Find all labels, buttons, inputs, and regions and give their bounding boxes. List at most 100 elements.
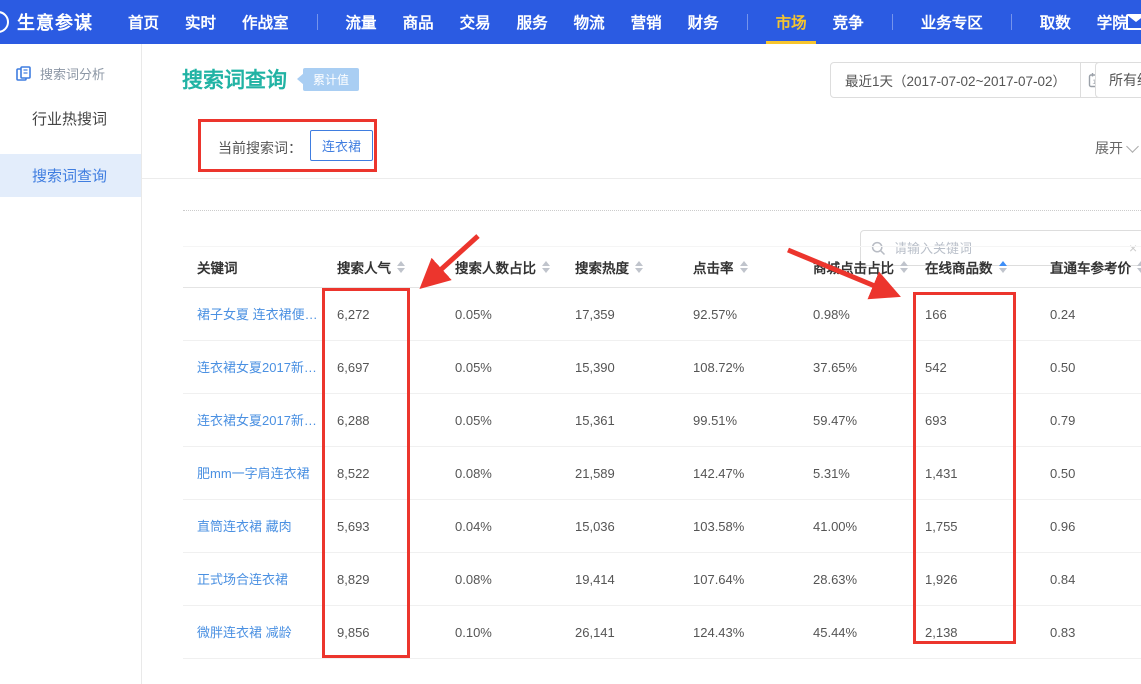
- cell-value: 0.05%: [441, 307, 561, 322]
- nav-divider: [1011, 14, 1012, 30]
- page-title-text: 搜索词查询: [182, 64, 287, 94]
- column-header[interactable]: 点击率: [679, 257, 799, 277]
- nav-divider: [317, 14, 318, 30]
- cell-value: 1,431: [911, 466, 1036, 481]
- brand[interactable]: 生意参谋: [0, 9, 93, 35]
- column-header[interactable]: 在线商品数: [911, 257, 1036, 277]
- column-header-label: 搜索热度: [575, 257, 629, 277]
- column-header-label: 搜索人数占比: [455, 257, 536, 277]
- nav-item-home[interactable]: 首页: [128, 0, 159, 44]
- table-row: 直筒连衣裙 藏肉5,6930.04%15,036103.58%41.00%1,7…: [183, 500, 1141, 553]
- nav-item-trade[interactable]: 交易: [460, 0, 491, 44]
- nav-item-service[interactable]: 服务: [517, 0, 548, 44]
- cell-value: 45.44%: [799, 625, 911, 640]
- current-keyword-chip[interactable]: 连衣裙: [310, 130, 373, 161]
- column-header[interactable]: 搜索人气: [323, 257, 441, 277]
- table-row: 肥mm一字肩连衣裙8,5220.08%21,589142.47%5.31%1,4…: [183, 447, 1141, 500]
- nav-item-academy[interactable]: 学院: [1097, 0, 1128, 44]
- nav-divider: [892, 14, 893, 30]
- cell-value: 142.47%: [679, 466, 799, 481]
- keyword-link[interactable]: 连衣裙女夏2017新款...: [183, 394, 323, 447]
- divider-solid: [142, 178, 1141, 179]
- sort-icon[interactable]: [1137, 261, 1141, 273]
- cell-value: 17,359: [561, 307, 679, 322]
- keyword-link[interactable]: 裙子女夏 连衣裙便宜5..: [183, 288, 323, 341]
- cell-value: 6,697: [323, 360, 441, 375]
- keyword-link[interactable]: 肥mm一字肩连衣裙: [183, 447, 323, 500]
- keyword-link[interactable]: 正式场合连衣裙: [183, 553, 323, 606]
- mail-icon[interactable]: [1126, 14, 1141, 30]
- sort-icon[interactable]: [740, 261, 748, 273]
- table-row: 微胖连衣裙 减龄9,8560.10%26,141124.43%45.44%2,1…: [183, 606, 1141, 659]
- sort-icon[interactable]: [999, 261, 1007, 273]
- terminal-filter-button[interactable]: 所有终端: [1095, 62, 1141, 98]
- book-icon: [16, 66, 32, 82]
- cell-value: 59.47%: [799, 413, 911, 428]
- sidebar-item-industry-hot-words[interactable]: 行业热搜词: [0, 97, 141, 140]
- nav-item-realtime[interactable]: 实时: [185, 0, 216, 44]
- page-title: 搜索词查询 累计值: [182, 64, 359, 94]
- cell-value: 0.05%: [441, 413, 561, 428]
- column-header-label: 关键词: [197, 257, 238, 277]
- nav-divider: [747, 14, 748, 30]
- divider-dotted: [183, 210, 1141, 211]
- nav-item-product[interactable]: 商品: [403, 0, 434, 44]
- nav-item-data-extract[interactable]: 取数: [1040, 0, 1071, 44]
- cell-value: 6,272: [323, 307, 441, 322]
- nav-item-marketing[interactable]: 营销: [631, 0, 662, 44]
- nav-item-traffic[interactable]: 流量: [346, 0, 377, 44]
- column-header-label: 搜索人气: [337, 257, 391, 277]
- cell-value: 693: [911, 413, 1036, 428]
- keyword-link[interactable]: 直筒连衣裙 藏肉: [183, 500, 323, 553]
- sort-icon[interactable]: [900, 261, 908, 273]
- sidebar-section-label: 搜索词分析: [40, 64, 105, 83]
- keyword-link[interactable]: 微胖连衣裙 减龄: [183, 606, 323, 659]
- column-header-label: 点击率: [693, 257, 734, 277]
- sort-icon[interactable]: [635, 261, 643, 273]
- table-body: 裙子女夏 连衣裙便宜5..6,2720.05%17,35992.57%0.98%…: [183, 288, 1141, 659]
- table-row: 连衣裙女夏2017新款...6,2880.05%15,36199.51%59.4…: [183, 394, 1141, 447]
- column-header[interactable]: 搜索热度: [561, 257, 679, 277]
- nav-item-logistics[interactable]: 物流: [574, 0, 605, 44]
- cell-value: 26,141: [561, 625, 679, 640]
- cell-value: 0.50: [1036, 466, 1141, 481]
- column-header-label: 商城点击占比: [813, 257, 894, 277]
- cell-value: 0.04%: [441, 519, 561, 534]
- top-navbar: 生意参谋 首页实时作战室 流量商品交易服务物流营销财务 市场竞争 业务专区 取数学院: [0, 0, 1141, 44]
- cell-value: 0.83: [1036, 625, 1141, 640]
- cell-value: 1,926: [911, 572, 1036, 587]
- keyword-link[interactable]: 连衣裙女夏2017新款...: [183, 341, 323, 394]
- cell-value: 19,414: [561, 572, 679, 587]
- date-range-text[interactable]: 最近1天（2017-07-02~2017-07-02）: [831, 63, 1080, 97]
- column-header[interactable]: 直通车参考价: [1036, 257, 1141, 277]
- table-row: 连衣裙女夏2017新款...6,6970.05%15,390108.72%37.…: [183, 341, 1141, 394]
- cell-value: 8,829: [323, 572, 441, 587]
- cell-value: 108.72%: [679, 360, 799, 375]
- nav-item-competition[interactable]: 竞争: [833, 0, 864, 44]
- cell-value: 107.64%: [679, 572, 799, 587]
- date-range-control[interactable]: 最近1天（2017-07-02~2017-07-02） 15: [830, 62, 1111, 98]
- expand-button[interactable]: 展开: [1095, 138, 1137, 158]
- sort-icon[interactable]: [397, 261, 405, 273]
- table-header-row: 关键词 搜索人气 搜索人数占比 搜索热度 点击率 商城点击占比在线商品数直通车参考价: [183, 246, 1141, 288]
- cell-value: 5,693: [323, 519, 441, 534]
- nav-item-war-room[interactable]: 作战室: [242, 0, 289, 44]
- column-header[interactable]: 搜索人数占比: [441, 257, 561, 277]
- cell-value: 124.43%: [679, 625, 799, 640]
- brand-logo-icon: [0, 11, 9, 33]
- nav-item-market[interactable]: 市场: [776, 0, 807, 44]
- column-header-label: 直通车参考价: [1050, 257, 1131, 277]
- nav-item-finance[interactable]: 财务: [688, 0, 719, 44]
- cell-value: 5.31%: [799, 466, 911, 481]
- column-header[interactable]: 商城点击占比: [799, 257, 911, 277]
- cell-value: 1,755: [911, 519, 1036, 534]
- cell-value: 0.24: [1036, 307, 1141, 322]
- cell-value: 0.96: [1036, 519, 1141, 534]
- cell-value: 9,856: [323, 625, 441, 640]
- search-words-table: 关键词 搜索人气 搜索人数占比 搜索热度 点击率 商城点击占比在线商品数直通车参考价 裙子…: [183, 246, 1141, 659]
- nav-item-business-zone[interactable]: 业务专区: [921, 0, 983, 44]
- sort-icon[interactable]: [542, 261, 550, 273]
- cell-value: 21,589: [561, 466, 679, 481]
- current-keyword-label: 当前搜索词：: [218, 138, 302, 158]
- sidebar-item-search-word-query[interactable]: 搜索词查询: [0, 154, 141, 197]
